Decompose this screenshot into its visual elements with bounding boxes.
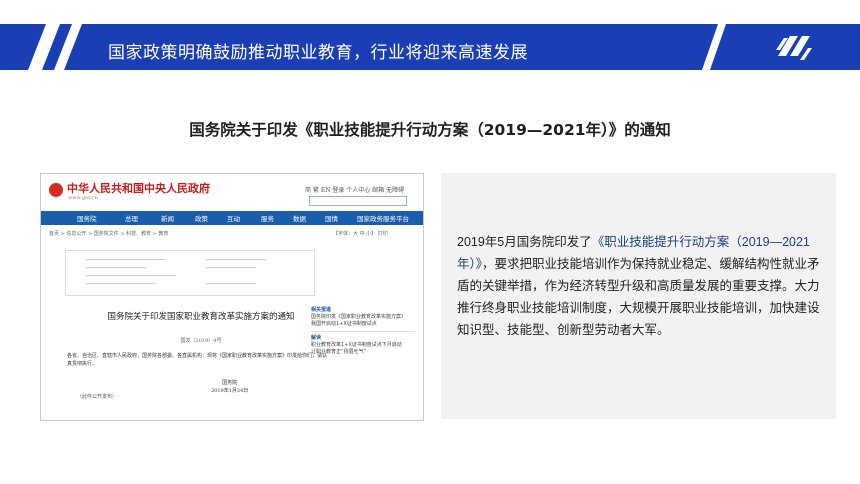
doc-meta-table xyxy=(65,250,315,296)
related-item: 国务院印发《国家职业教育改革实施方案》 xyxy=(311,314,407,320)
doc-number: 国发〔2019〕4号 xyxy=(180,338,222,344)
gov-site-url: www.gov.cn xyxy=(68,195,98,201)
nav-item: 国务院 xyxy=(77,215,97,223)
doc-title: 国务院关于印发国家职业教育改革实施方案的通知 xyxy=(107,312,295,322)
national-emblem-icon xyxy=(49,183,63,197)
related-item: 我国开启动1+X证书制度试点 xyxy=(311,321,377,327)
gov-site-header: 中华人民共和国中央人民政府 www.gov.cn 简 繁 EN 登录 个人中心 … xyxy=(41,174,423,212)
interpret-item: 职业教育改革1+X证书制度试点下月启动 xyxy=(311,342,402,348)
gov-search-input xyxy=(309,196,407,206)
interpret-heading: 解读 xyxy=(311,335,322,341)
paragraph-rest: ，要求把职业技能培训作为保持就业稳定、缓解结构性就业矛盾的关键举措，作为经济转型… xyxy=(457,257,820,337)
doc-footnote: （此件公开发布） xyxy=(77,394,118,400)
nav-item: 数据 xyxy=(293,215,306,223)
doc-body: 各省、自治区、直辖市人民政府，国务院各部委、各直属机构：现将《国家职业教育改革实… xyxy=(67,353,328,367)
nav-item: 服务 xyxy=(261,215,274,223)
document-screenshot: 中华人民共和国中央人民政府 www.gov.cn 简 繁 EN 登录 个人中心 … xyxy=(40,173,424,421)
related-sidebar: 相关报道 国务院印发《国家职业教育改革实施方案》 我国开启动1+X证书制度试点 … xyxy=(311,304,415,356)
gov-top-links: 简 繁 EN 登录 个人中心 邮箱 无障碍 xyxy=(305,187,405,194)
nav-item: 新闻 xyxy=(161,215,174,223)
page-title: 国务院关于印发《职业技能提升行动方案（2019—2021年）》的通知 xyxy=(189,121,671,139)
nav-item: 国家政务服务平台 xyxy=(357,215,409,223)
nav-item: 政策 xyxy=(195,215,208,223)
paragraph-prefix: 2019年5月国务院印发了 xyxy=(457,235,592,249)
doc-sign-org: 国务院 xyxy=(222,380,238,386)
nav-item: 总理 xyxy=(125,215,138,223)
gov-nav-bar: 国务院 总理 新闻 政策 互动 服务 数据 国情 国家政务服务平台 xyxy=(41,211,423,225)
doc-sign-date: 2019年1月24日 xyxy=(211,388,249,394)
nav-item: 互动 xyxy=(227,215,240,223)
header-banner: 国家政策明确鼓励推动职业教育，行业将迎来高速发展 xyxy=(0,16,860,76)
logo-icon xyxy=(770,30,812,66)
doc-signature: 国务院 2019年1月24日 xyxy=(211,379,248,395)
related-heading: 相关报道 xyxy=(311,307,332,313)
gov-font-controls: 【字体：大 中 小】 打印 xyxy=(333,231,388,237)
policy-paragraph: 2019年5月国务院印发了《职业技能提升行动方案（2019—2021年）》，要求… xyxy=(457,231,829,341)
gov-site-title: 中华人民共和国中央人民政府 xyxy=(67,182,210,195)
interpret-item: 让职业教育正“扬眉吐气” xyxy=(311,349,367,355)
banner-title: 国家政策明确鼓励推动职业教育，行业将迎来高速发展 xyxy=(108,43,528,63)
nav-item: 国情 xyxy=(325,215,338,223)
gov-breadcrumb: 首页 > 信息公开 > 国务院文件 > 科技、教育 > 教育 xyxy=(49,231,169,237)
